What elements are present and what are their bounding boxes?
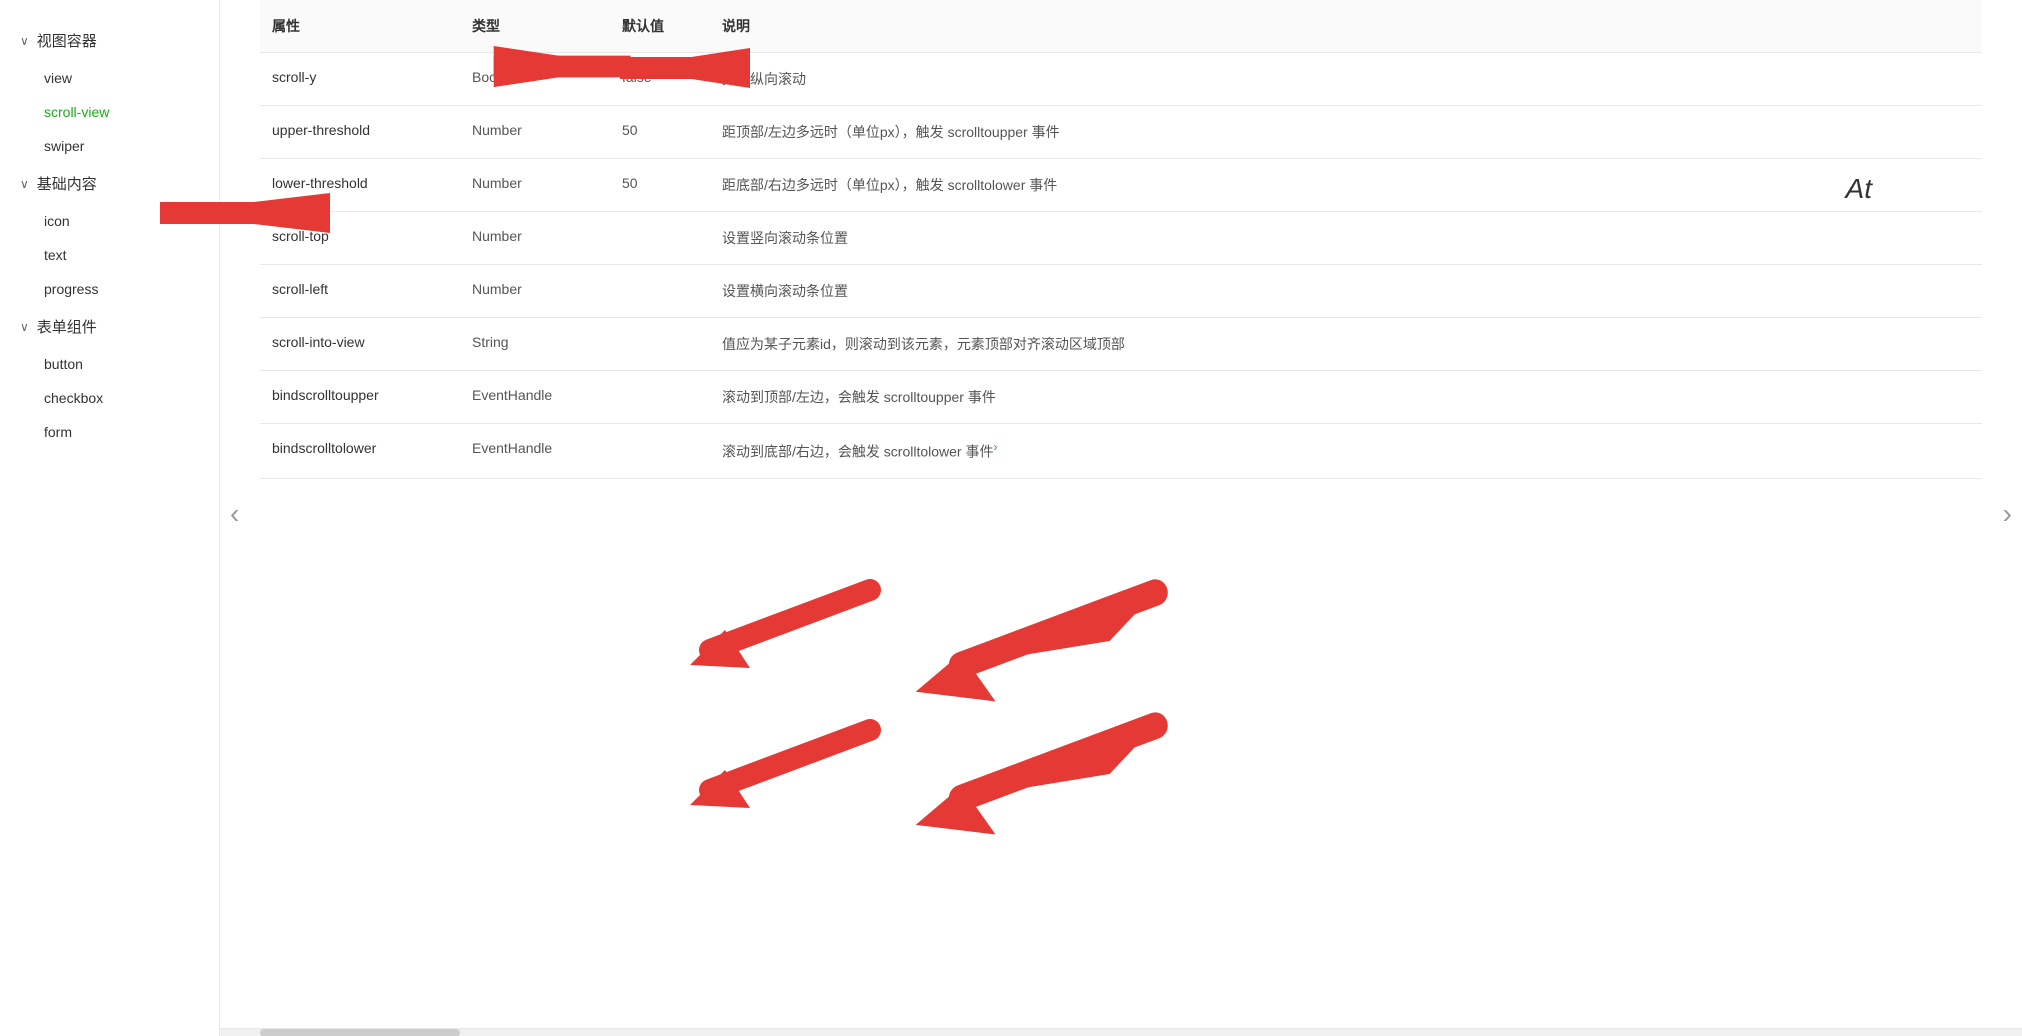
cell-attr-desc: 距顶部/左边多远时（单位px），触发 scrolltoupper 事件 xyxy=(710,106,1982,159)
table-row: bindscrolltoupperEventHandle 滚动到顶部/左边，会触发… xyxy=(260,371,1982,424)
sidebar-item-checkbox[interactable]: checkbox xyxy=(0,381,219,415)
sidebar-item-icon[interactable]: icon xyxy=(0,204,219,238)
sidebar-category-basic-content[interactable]: ∨ 基础内容 xyxy=(0,163,219,204)
sidebar-item-button[interactable]: button xyxy=(0,347,219,381)
main-content: ‹ › 属性 类型 默认值 说明 scroll-yBooleanfalse允许纵… xyxy=(220,0,2022,1036)
sidebar-item-view[interactable]: view xyxy=(0,61,219,95)
table-row: upper-thresholdNumber50距顶部/左边多远时（单位px），触… xyxy=(260,106,1982,159)
cell-attr-type: Number xyxy=(460,212,610,265)
cell-attr-default: false xyxy=(610,53,710,106)
table-area: ‹ › 属性 类型 默认值 说明 scroll-yBooleanfalse允许纵… xyxy=(220,0,2022,1028)
cell-attr-name: scroll-top xyxy=(260,212,460,265)
cell-attr-default xyxy=(610,424,710,479)
cell-attr-type: EventHandle xyxy=(460,424,610,479)
cell-attr-default xyxy=(610,371,710,424)
cell-attr-type: String xyxy=(460,318,610,371)
table-row: bindscrolltolowerEventHandle 滚动到底部/右边，会触发… xyxy=(260,424,1982,479)
col-header-desc: 说明 xyxy=(710,0,1982,53)
sidebar-item-scroll-view[interactable]: scroll-view xyxy=(0,95,219,129)
cell-attr-type: Number xyxy=(460,106,610,159)
arrow-bindscrolltolower xyxy=(916,726,1156,835)
cell-attr-type: Number xyxy=(460,159,610,212)
cell-attr-type: EventHandle xyxy=(460,371,610,424)
chevron-down-icon-2: ∨ xyxy=(20,177,29,191)
cell-attr-name: scroll-into-view xyxy=(260,318,460,371)
horizontal-scrollbar[interactable] xyxy=(220,1028,2022,1036)
chevron-down-icon: ∨ xyxy=(20,34,29,48)
table-row: scroll-topNumber 设置竖向滚动条位置 xyxy=(260,212,1982,265)
cell-attr-desc: 允许纵向滚动 xyxy=(710,53,1982,106)
nav-left-button[interactable]: ‹ xyxy=(220,488,249,540)
cell-attr-name: lower-threshold xyxy=(260,159,460,212)
table-row: scroll-into-viewString 值应为某子元素id，则滚动到该元素，… xyxy=(260,318,1982,371)
cell-attr-desc: 滚动到顶部/左边，会触发 scrolltoupper 事件 xyxy=(710,371,1982,424)
cell-attr-name: scroll-y xyxy=(260,53,460,106)
col-header-default: 默认值 xyxy=(610,0,710,53)
chevron-down-icon-3: ∨ xyxy=(20,320,29,334)
table-row: scroll-yBooleanfalse允许纵向滚动 xyxy=(260,53,1982,106)
cell-attr-name: bindscrolltoupper xyxy=(260,371,460,424)
sidebar-category-label-2: 基础内容 xyxy=(37,173,97,194)
cell-attr-default xyxy=(610,318,710,371)
sidebar-category-label: 视图容器 xyxy=(37,30,97,51)
sidebar: ∨ 视图容器 view scroll-view swiper ∨ 基础内容 ic… xyxy=(0,0,220,1036)
sidebar-item-progress[interactable]: progress xyxy=(0,272,219,306)
table-row: scroll-leftNumber 设置横向滚动条位置 xyxy=(260,265,1982,318)
sidebar-item-text[interactable]: text xyxy=(0,238,219,272)
sidebar-item-swiper[interactable]: swiper xyxy=(0,129,219,163)
cell-attr-type: Boolean xyxy=(460,53,610,106)
scrollbar-thumb[interactable] xyxy=(260,1029,460,1036)
col-header-type: 类型 xyxy=(460,0,610,53)
cell-attr-type: Number xyxy=(460,265,610,318)
sidebar-category-label-3: 表单组件 xyxy=(37,316,97,337)
cell-attr-default xyxy=(610,212,710,265)
at-label: At xyxy=(1846,173,1872,205)
sidebar-category-view-container[interactable]: ∨ 视图容器 xyxy=(0,20,219,61)
cell-attr-name: scroll-left xyxy=(260,265,460,318)
table-row: lower-thresholdNumber50距底部/右边多远时（单位px），触… xyxy=(260,159,1982,212)
sidebar-category-form[interactable]: ∨ 表单组件 xyxy=(0,306,219,347)
attributes-table: 属性 类型 默认值 说明 scroll-yBooleanfalse允许纵向滚动u… xyxy=(260,0,1982,479)
cell-attr-default: 50 xyxy=(610,159,710,212)
cell-attr-desc: 滚动到底部/右边，会触发 scrolltolower 事件› xyxy=(710,424,1982,479)
nav-right-button[interactable]: › xyxy=(1993,488,2022,540)
cell-attr-name: upper-threshold xyxy=(260,106,460,159)
arrow-bindscrolltoupper xyxy=(916,593,1156,702)
cell-attr-desc: 设置竖向滚动条位置 xyxy=(710,212,1982,265)
cell-attr-name: bindscrolltolower xyxy=(260,424,460,479)
cell-attr-default: 50 xyxy=(610,106,710,159)
col-header-name: 属性 xyxy=(260,0,460,53)
cell-attr-desc: 设置横向滚动条位置 xyxy=(710,265,1982,318)
cell-attr-desc: 值应为某子元素id，则滚动到该元素，元素顶部对齐滚动区域顶部 xyxy=(710,318,1982,371)
cell-attr-desc: 距底部/右边多远时（单位px），触发 scrolltolower 事件 xyxy=(710,159,1982,212)
sidebar-item-form[interactable]: form xyxy=(0,415,219,449)
cell-attr-default xyxy=(610,265,710,318)
